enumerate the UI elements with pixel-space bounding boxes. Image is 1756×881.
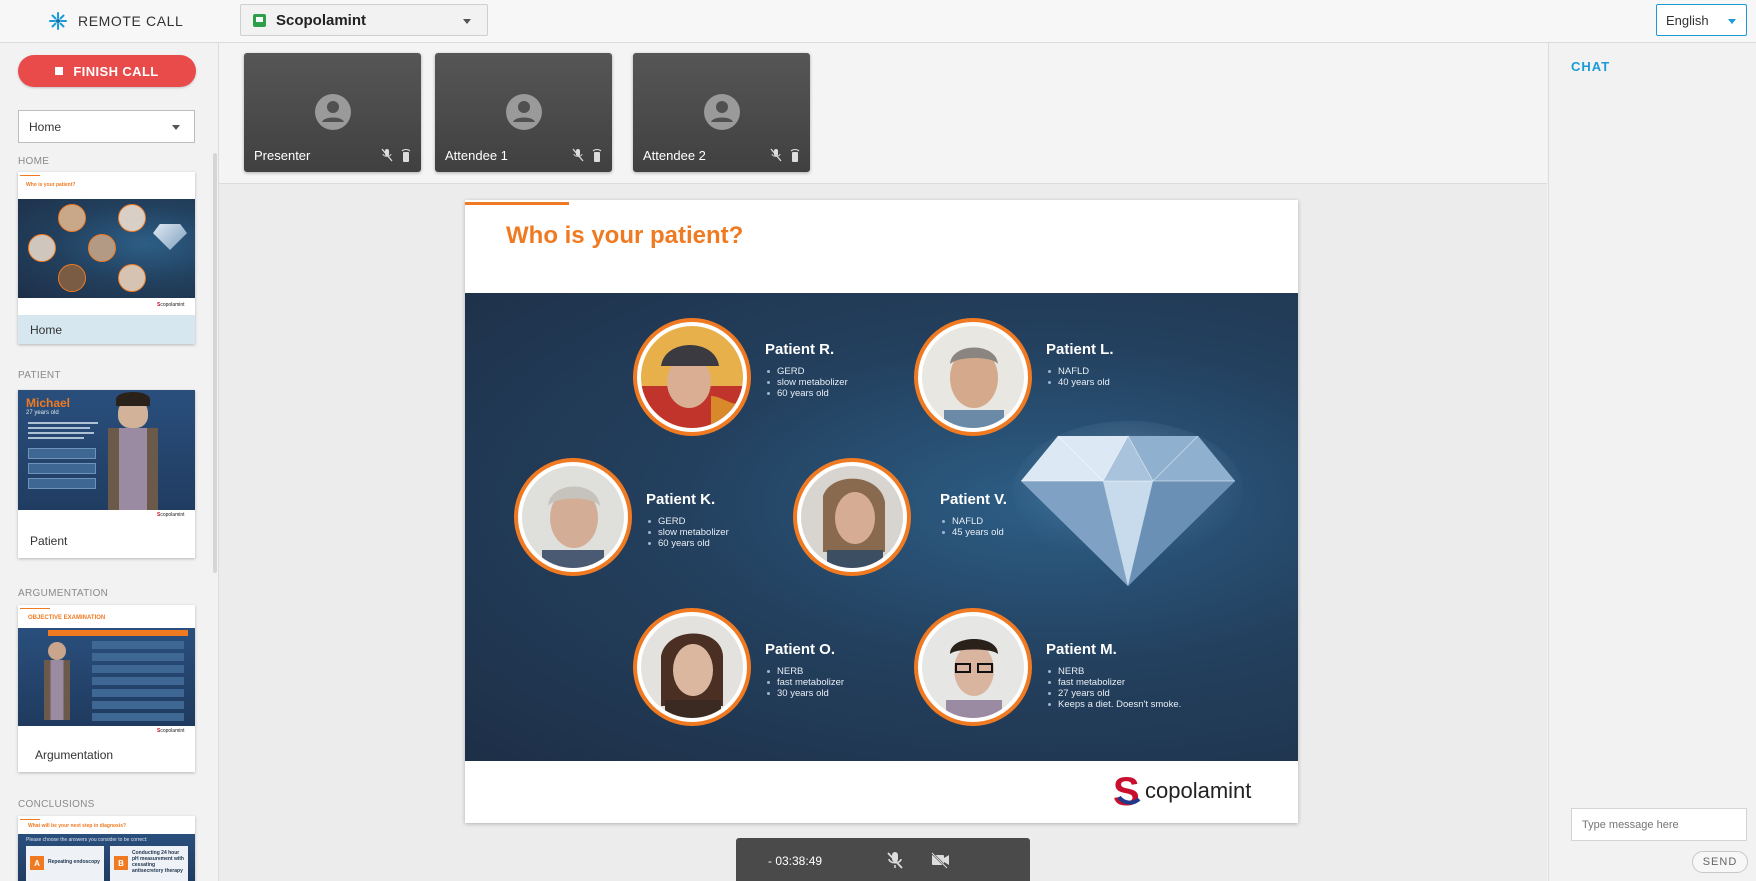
slides-sidebar: FINISH CALL Home HOME Who is your patien… (0, 43, 219, 881)
mic-off-icon[interactable] (572, 148, 584, 162)
thumb-heading: What will be your next step in diagnosis… (28, 823, 127, 829)
top-bar: REMOTE CALL Scopolamint English (0, 0, 1756, 43)
section-label-home: HOME (18, 156, 50, 167)
patient-photo (922, 326, 1024, 428)
slide-patient-panel: Patient R. GERD slow metabolizer 60 years … (465, 293, 1298, 761)
slide-thumb-argumentation-image: OBJECTIVE EXAMINATION Scopolamint (18, 605, 195, 737)
patient-photo (922, 616, 1024, 718)
current-slide[interactable]: Who is your patient? Patient R. GERD slo… (465, 200, 1298, 823)
language-select[interactable]: English (1656, 4, 1747, 36)
video-tile-name: Attendee 2 (643, 148, 706, 163)
thumb-heading: OBJECTIVE EXAMINATION (28, 615, 106, 621)
slide-title: Who is your patient? (506, 222, 744, 249)
video-tile-attendee-1[interactable]: Attendee 1 (435, 53, 612, 172)
app-brand: REMOTE CALL (48, 11, 183, 31)
section-select[interactable]: Home (18, 110, 195, 143)
mobile-signal-icon (790, 149, 800, 162)
chevron-down-icon (463, 19, 471, 24)
mic-off-icon[interactable] (885, 850, 905, 870)
slide-thumb-patient[interactable]: Michael 27 years old Scopolamint Patient (18, 390, 195, 558)
section-label-conclusions: CONCLUSIONS (18, 799, 95, 810)
slide-thumb-argumentation-title: Argumentation (35, 747, 114, 762)
language-select-value: English (1666, 12, 1709, 28)
chevron-down-icon (1728, 19, 1736, 24)
slide-thumb-home-image: Who is your patient? Scopolamint (18, 172, 195, 315)
chat-panel: CHAT SEND (1548, 43, 1756, 881)
call-controls-bar: - 03:38:49 (736, 838, 1030, 881)
video-tile-name: Presenter (254, 148, 311, 163)
section-label-patient: PATIENT (18, 370, 61, 381)
patient-photo (522, 466, 624, 568)
finish-call-button[interactable]: FINISH CALL (18, 55, 196, 87)
mobile-signal-icon (401, 149, 411, 162)
patient-photo (641, 616, 743, 718)
person-icon (704, 94, 740, 130)
section-select-value: Home (29, 119, 62, 134)
thumb-heading: Who is your patient? (26, 182, 76, 188)
thumb-heading: Michael (26, 396, 71, 410)
participants-strip: Presenter Attendee 1 Attendee 2 (219, 43, 1547, 184)
slide-thumb-argumentation[interactable]: OBJECTIVE EXAMINATION Scopolamint Argume… (18, 605, 195, 772)
person-icon (506, 94, 542, 130)
presentation-icon (253, 13, 266, 27)
mic-off-icon[interactable] (381, 148, 393, 162)
slide-thumb-home-title: Home (18, 315, 195, 344)
patient-photo (801, 466, 903, 568)
stop-icon (55, 67, 64, 75)
slide-thumb-conclusions-image: What will be your next step in diagnosis… (18, 816, 195, 881)
slide-thumb-patient-title: Patient (30, 533, 68, 548)
product-select-value: Scopolamint (276, 11, 367, 29)
send-button[interactable]: SEND (1692, 851, 1748, 873)
chevron-down-icon (172, 125, 180, 130)
patient-photo (641, 326, 743, 428)
video-tile-presenter[interactable]: Presenter (244, 53, 421, 172)
slide-thumb-patient-image: Michael 27 years old Scopolamint (18, 390, 195, 523)
mic-off-icon[interactable] (770, 148, 782, 162)
logo-wordmark: copolamint (1145, 778, 1252, 803)
mobile-signal-icon (592, 149, 602, 162)
svg-text:S: S (1113, 771, 1140, 811)
slide-thumb-home[interactable]: Who is your patient? Scopolamint Home (18, 172, 195, 344)
chat-title: CHAT (1571, 59, 1611, 74)
video-tile-name: Attendee 1 (445, 148, 508, 163)
section-label-argumentation: ARGUMENTATION (18, 588, 109, 599)
video-tile-attendee-2[interactable]: Attendee 2 (633, 53, 810, 172)
remote-call-logo-icon (49, 12, 67, 30)
call-timer: - 03:38:49 (768, 854, 823, 868)
scopolamint-s-icon: S (1113, 771, 1141, 811)
sidebar-scrollbar[interactable] (213, 153, 217, 573)
person-icon (315, 94, 351, 130)
product-select[interactable]: Scopolamint (240, 4, 488, 36)
chat-message-input[interactable] (1571, 808, 1747, 841)
camera-off-icon[interactable] (930, 850, 950, 870)
finish-call-label: FINISH CALL (73, 63, 159, 79)
slide-thumb-conclusions[interactable]: What will be your next step in diagnosis… (18, 816, 195, 881)
diamond-image (1013, 421, 1243, 586)
scopolamint-logo: S copolamint (1113, 771, 1251, 811)
app-title: REMOTE CALL (78, 13, 184, 29)
slide-accent-bar (465, 202, 569, 205)
